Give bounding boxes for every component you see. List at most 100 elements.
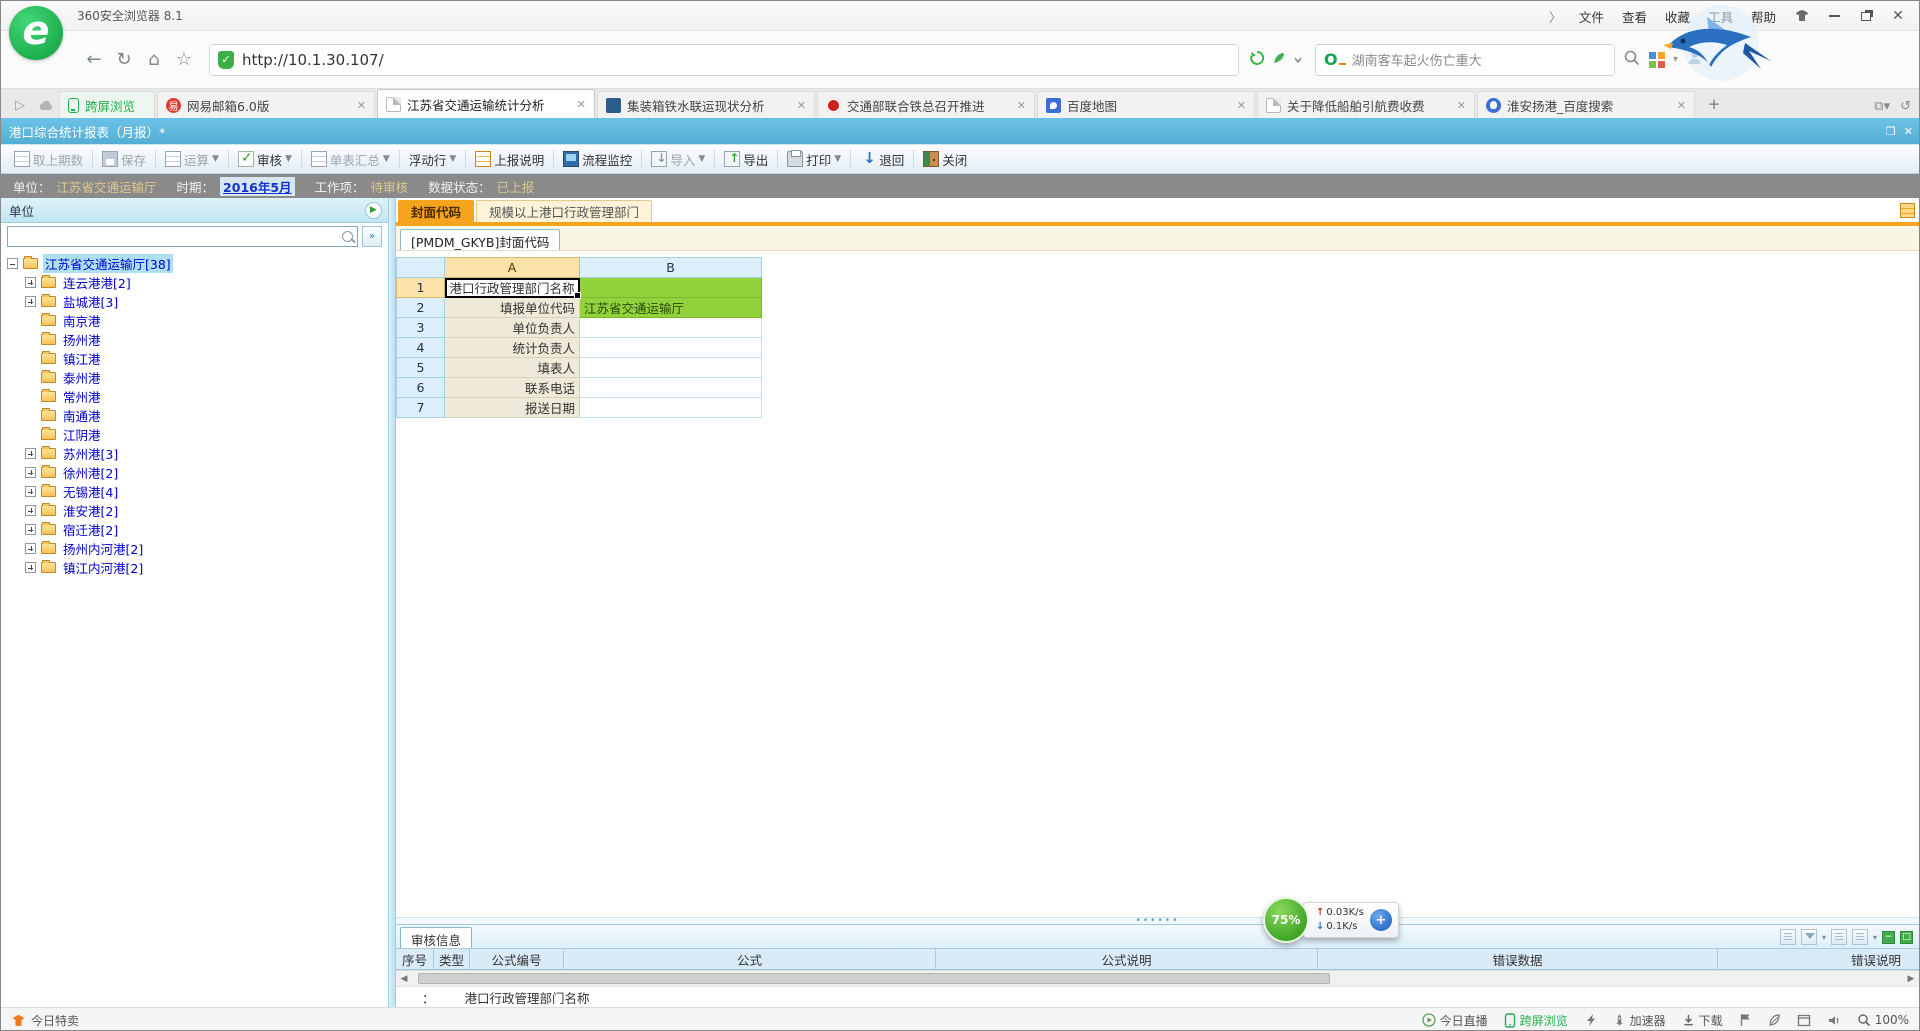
cell-B3[interactable] <box>580 318 762 338</box>
browser-tab-6[interactable]: 关于降低船舶引航费收费✕ <box>1257 91 1475 118</box>
scrollbar-thumb[interactable] <box>418 973 1330 984</box>
review-copy-icon[interactable] <box>1780 929 1796 945</box>
tree-item-8[interactable]: 南通港 <box>1 406 388 425</box>
search-engine-logo[interactable]: O <box>1324 50 1346 69</box>
sidebar-toggle-icon[interactable]: ▷ <box>7 92 33 118</box>
toolbar-审核-button[interactable]: 审核▼ <box>231 147 299 172</box>
tree-item-3[interactable]: 南京港 <box>1 311 388 330</box>
tree-expander-icon[interactable] <box>25 467 36 478</box>
menu-item-3[interactable]: 工具 <box>1699 6 1742 29</box>
cell-B5[interactable] <box>580 358 762 378</box>
horizontal-splitter[interactable]: •••••• <box>396 917 1919 925</box>
daily-deals-item[interactable]: 今日特卖 <box>11 1012 79 1029</box>
menu-item-0[interactable]: 文件 <box>1570 6 1613 29</box>
subtab-fmdm-gkyb[interactable]: [PMDM_GKYB]封面代码 <box>400 229 560 250</box>
sheet-tab-0[interactable]: 封面代码 <box>398 200 474 222</box>
review-tab[interactable]: 审核信息 <box>400 927 472 948</box>
review-col-错误说明[interactable]: 错误说明 <box>1718 949 1919 969</box>
browser-tab-3[interactable]: 集装箱铁水联运现状分析✕ <box>597 91 815 118</box>
cell-B7[interactable] <box>580 398 762 418</box>
accelerator-ball-icon[interactable]: + <box>1370 909 1392 931</box>
daily-deals-label[interactable]: 今日特卖 <box>31 1012 79 1029</box>
tab-close-icon[interactable]: ✕ <box>577 98 586 111</box>
horizontal-scrollbar[interactable]: ◀ ▶ <box>396 970 1919 986</box>
browser-tab-4[interactable]: 交通部联合铁总召开推进✕ <box>817 91 1035 118</box>
bottombar-item-9[interactable]: 100% <box>1857 1013 1909 1027</box>
review-col-错误数据[interactable]: 错误数据 <box>1318 949 1718 969</box>
tree-item-9[interactable]: 江阴港 <box>1 425 388 444</box>
cell-B1[interactable] <box>580 278 762 298</box>
cell-A1[interactable]: 港口行政管理部门名称 <box>445 278 580 298</box>
column-header-A[interactable]: A <box>445 258 580 278</box>
row-header-6[interactable]: 6 <box>397 378 445 398</box>
cell-B6[interactable] <box>580 378 762 398</box>
row-header-3[interactable]: 3 <box>397 318 445 338</box>
browser-tab-7[interactable]: 淮安扬港_百度搜索✕ <box>1477 91 1695 118</box>
review-preview-caret-icon[interactable]: ▾ <box>1873 933 1877 942</box>
tree-expander-icon[interactable] <box>25 277 36 288</box>
tree-item-15[interactable]: 扬州内河港[2] <box>1 539 388 558</box>
review-minimize-icon[interactable]: − <box>1882 931 1895 944</box>
extras-chevron-icon[interactable] <box>1293 50 1303 69</box>
window-icon[interactable] <box>1797 1014 1811 1027</box>
refresh-icon[interactable]: ↻ <box>109 45 139 75</box>
skin-icon[interactable] <box>1787 4 1817 28</box>
app-collection-icon[interactable] <box>1649 52 1665 68</box>
tab-close-icon[interactable]: ✕ <box>1677 99 1686 112</box>
bottombar-item-0[interactable]: 今日直播 <box>1422 1012 1488 1029</box>
new-tab-button[interactable]: + <box>1701 93 1727 115</box>
tree-expander-icon[interactable] <box>25 296 36 307</box>
tree-expander-icon[interactable] <box>25 543 36 554</box>
search-icon[interactable] <box>342 231 353 242</box>
tab-close-icon[interactable]: ✕ <box>797 99 806 112</box>
tree-item-0[interactable]: 江苏省交通运输厅[38] <box>1 254 388 273</box>
dropdown-caret-icon[interactable]: ▼ <box>834 154 841 164</box>
tree-item-13[interactable]: 淮安港[2] <box>1 501 388 520</box>
cell-B4[interactable] <box>580 338 762 358</box>
speed-gauge-percent[interactable]: 75% <box>1263 897 1309 943</box>
adfilter-icon[interactable] <box>1249 50 1265 70</box>
speaker-icon[interactable] <box>1827 1014 1841 1027</box>
close-button[interactable]: ✕ <box>1883 4 1913 28</box>
tab-close-icon[interactable]: ✕ <box>1237 99 1246 112</box>
scroll-left-icon[interactable]: ◀ <box>396 972 412 986</box>
incognito-cloud-icon[interactable] <box>33 92 59 118</box>
tree-item-4[interactable]: 扬州港 <box>1 330 388 349</box>
tab-close-icon[interactable]: ✕ <box>1017 99 1026 112</box>
sidebar-search-input[interactable] <box>7 226 358 247</box>
tab-close-icon[interactable]: ✕ <box>357 99 366 112</box>
tree-item-1[interactable]: 连云港港[2] <box>1 273 388 292</box>
dropdown-caret-icon[interactable]: ▼ <box>449 154 456 164</box>
tree-item-14[interactable]: 宿迁港[2] <box>1 520 388 539</box>
favorite-star-icon[interactable]: ☆ <box>169 45 199 75</box>
browser-tab-1[interactable]: 易网易邮箱6.0版✕ <box>157 91 375 118</box>
menu-item-1[interactable]: 查看 <box>1613 6 1656 29</box>
toolbar-浮动行-button[interactable]: 浮动行▼ <box>402 147 463 172</box>
review-col-公式编号[interactable]: 公式编号 <box>470 949 564 969</box>
browser-tab-5[interactable]: 百度地图✕ <box>1037 91 1255 118</box>
search-box[interactable]: O 湖南客车起火伤亡重大 <box>1315 44 1615 76</box>
cell-A6[interactable]: 联系电话 <box>445 378 580 398</box>
leaf-icon[interactable] <box>1767 1013 1781 1027</box>
tab-list-icon[interactable]: ⧉▾ <box>1874 99 1890 114</box>
search-button-icon[interactable] <box>1623 49 1641 71</box>
speed-icon[interactable] <box>1584 1013 1597 1027</box>
browser-tab-0[interactable]: 跨屏浏览 <box>59 91 155 118</box>
tree-item-12[interactable]: 无锡港[4] <box>1 482 388 501</box>
row-header-4[interactable]: 4 <box>397 338 445 358</box>
tree-item-7[interactable]: 常州港 <box>1 387 388 406</box>
period-link[interactable]: 2016年5月 <box>220 177 295 196</box>
toolbar-退回-button[interactable]: 退回 <box>853 147 911 172</box>
sidebar-search-more-button[interactable]: » <box>362 226 382 247</box>
scroll-right-icon[interactable]: ▶ <box>1903 972 1919 986</box>
tree-item-6[interactable]: 泰州港 <box>1 368 388 387</box>
cell-A5[interactable]: 填表人 <box>445 358 580 378</box>
flag-icon[interactable] <box>1739 1013 1751 1027</box>
menu-item-2[interactable]: 收藏 <box>1656 6 1699 29</box>
row-header-5[interactable]: 5 <box>397 358 445 378</box>
dropdown-caret-icon[interactable]: ▼ <box>698 154 705 164</box>
review-maximize-icon[interactable]: □ <box>1900 931 1913 944</box>
browser-logo-icon[interactable]: e <box>9 6 63 60</box>
review-col-类型[interactable]: 类型 <box>434 949 470 969</box>
bottombar-item-4[interactable]: 下载 <box>1682 1012 1723 1029</box>
